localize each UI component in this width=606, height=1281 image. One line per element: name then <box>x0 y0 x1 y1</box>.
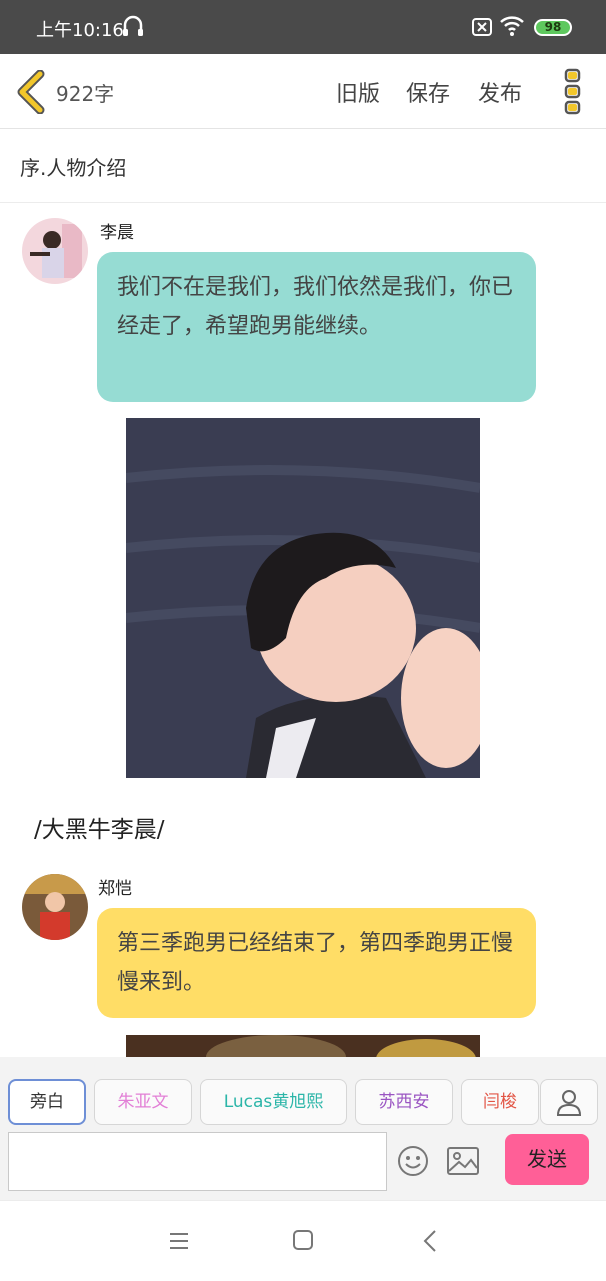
user-icon <box>556 1090 582 1116</box>
publish-button[interactable]: 发布 <box>478 76 522 108</box>
no-sim-icon <box>472 18 492 40</box>
back-icon[interactable] <box>422 1229 438 1257</box>
battery-icon: 98 <box>534 19 572 36</box>
character-chip[interactable]: 闫梭 <box>461 1079 539 1125</box>
chip-label: 苏西安 <box>378 1092 430 1112</box>
message-bubble[interactable]: 第三季跑男已经结束了，第四季跑男正慢慢来到。 <box>97 908 536 1018</box>
emoji-icon[interactable] <box>396 1144 430 1182</box>
back-arrow-icon[interactable] <box>14 69 46 118</box>
more-menu-icon[interactable] <box>562 68 584 120</box>
narration-text[interactable]: /大黑牛李晨/ <box>34 810 165 844</box>
message-image[interactable] <box>126 418 480 778</box>
wifi-icon <box>499 14 525 42</box>
chip-label: 闫梭 <box>483 1092 517 1112</box>
chip-label: 朱亚文 <box>117 1092 169 1112</box>
avatar[interactable] <box>22 874 88 940</box>
chapter-title: 序.人物介绍 <box>20 156 127 180</box>
system-nav-bar <box>0 1200 606 1281</box>
menu-icon[interactable] <box>168 1231 190 1255</box>
character-chip[interactable]: 朱亚文 <box>94 1079 192 1125</box>
avatar[interactable] <box>22 218 88 284</box>
home-icon[interactable] <box>292 1229 314 1255</box>
compose-panel: 旁白 朱亚文 Lucas黄旭熙 苏西安 闫梭 发送 <box>0 1057 606 1200</box>
message-input[interactable] <box>8 1132 387 1191</box>
status-bar: 上午10:16 98 <box>0 0 606 54</box>
save-button[interactable]: 保存 <box>406 76 450 108</box>
editor-top-bar: 922字 旧版 保存 发布 <box>0 54 606 129</box>
chip-label: Lucas黄旭熙 <box>223 1092 324 1112</box>
word-count: 922字 <box>56 82 115 106</box>
headphone-icon <box>122 14 144 42</box>
chapter-title-row[interactable]: 序.人物介绍 <box>0 128 606 203</box>
sender-name: 李晨 <box>100 223 134 243</box>
character-chip[interactable]: 旁白 <box>8 1079 86 1125</box>
message-bubble[interactable]: 我们不在是我们，我们依然是我们，你已经走了，希望跑男能继续。 <box>97 252 536 402</box>
add-character-button[interactable] <box>540 1079 598 1125</box>
old-version-button[interactable]: 旧版 <box>336 76 380 108</box>
send-button[interactable]: 发送 <box>505 1134 589 1185</box>
image-icon[interactable] <box>446 1146 480 1180</box>
chip-label: 旁白 <box>30 1092 64 1112</box>
sender-name: 郑恺 <box>98 879 132 899</box>
character-chip[interactable]: Lucas黄旭熙 <box>200 1079 347 1125</box>
status-time: 上午10:16 <box>36 20 124 41</box>
character-chip[interactable]: 苏西安 <box>355 1079 453 1125</box>
message-image[interactable] <box>126 1035 480 1057</box>
